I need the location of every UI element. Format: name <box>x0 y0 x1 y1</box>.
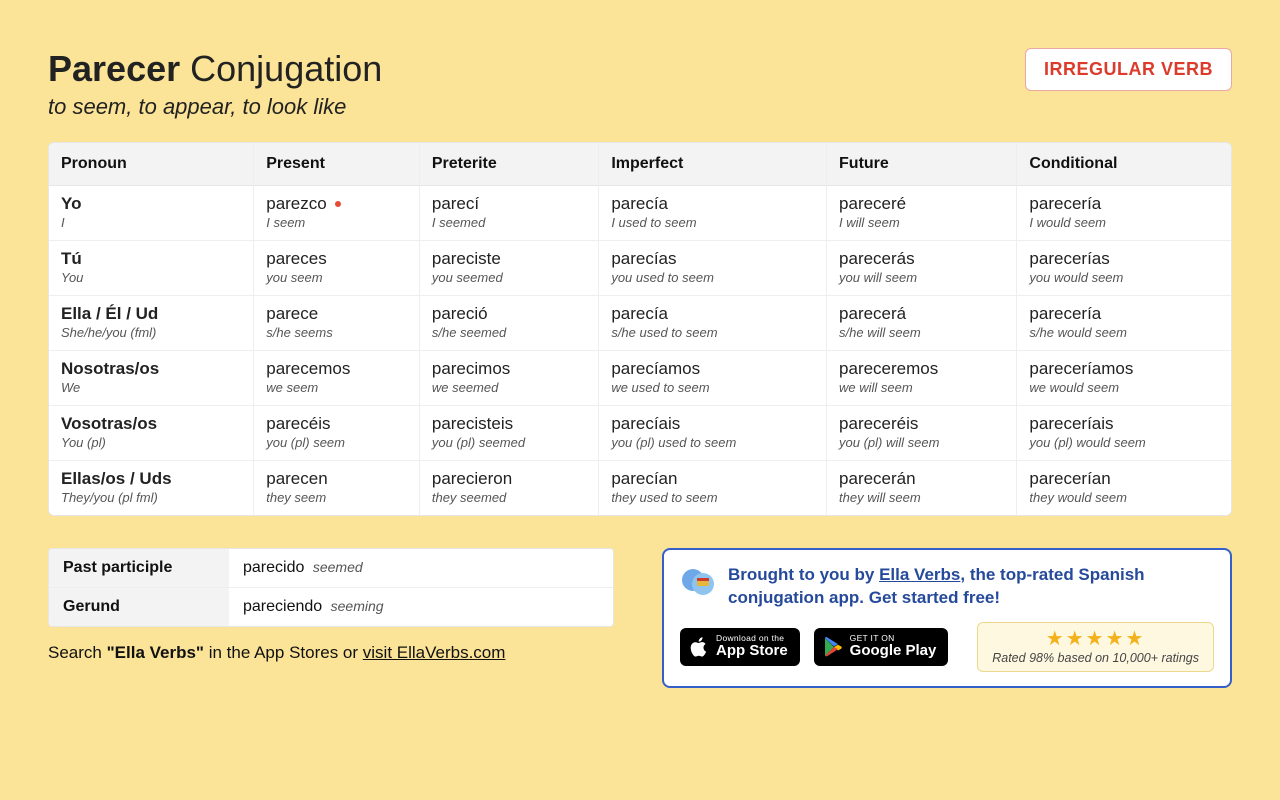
conjugation-cell: parecisteisyou (pl) seemed <box>419 405 598 460</box>
conjugation-cell: pareceréI will seem <box>826 186 1016 240</box>
page-title: Parecer Conjugation <box>48 48 382 90</box>
promo-box: Brought to you by Ella Verbs, the top-ra… <box>662 548 1232 688</box>
conjugation-cell: parecíamoswe used to seem <box>598 350 826 405</box>
table-row: Nosotras/osWeparecemoswe seemparecimoswe… <box>49 350 1231 405</box>
conjugation-cell: parecerías/he would seem <box>1016 295 1231 350</box>
search-instruction: Search "Ella Verbs" in the App Stores or… <box>48 643 614 663</box>
conjugation-cell: parecesyou seem <box>253 240 419 295</box>
verb-meaning: to seem, to appear, to look like <box>48 94 382 120</box>
conjugation-cell: parecíaI used to seem <box>598 186 826 240</box>
gerund-label: Gerund <box>49 587 229 626</box>
conjugation-cell: parecías/he used to seem <box>598 295 826 350</box>
conjugation-table: PronounPresentPreteriteImperfectFutureCo… <box>48 142 1232 516</box>
verb-name: Parecer <box>48 48 180 89</box>
pronoun-cell: TúYou <box>49 240 253 295</box>
conjugation-cell: parecieronthey seemed <box>419 460 598 515</box>
conjugation-cell: parecenthey seem <box>253 460 419 515</box>
gerund-value: pareciendo seeming <box>229 587 613 626</box>
column-header: Future <box>826 143 1016 186</box>
conjugation-cell: parecíasyou used to seem <box>598 240 826 295</box>
pronoun-cell: Ellas/os / UdsThey/you (pl fml) <box>49 460 253 515</box>
visit-ellaverbs-link[interactable]: visit EllaVerbs.com <box>363 643 506 662</box>
table-row: TúYouparecesyou seemparecisteyou seemedp… <box>49 240 1231 295</box>
conjugation-cell: pareceréisyou (pl) will seem <box>826 405 1016 460</box>
past-participle-label: Past participle <box>49 549 229 587</box>
conjugation-cell: pareciós/he seemed <box>419 295 598 350</box>
conjugation-cell: parezco I seem <box>253 186 419 240</box>
conjugation-cell: pareceríaisyou (pl) would seem <box>1016 405 1231 460</box>
conjugation-cell: parecisteyou seemed <box>419 240 598 295</box>
conjugation-cell: pareceríamoswe would seem <box>1016 350 1231 405</box>
past-participle-value: parecido seemed <box>229 549 613 587</box>
column-header: Present <box>253 143 419 186</box>
conjugation-cell: pareceríaI would seem <box>1016 186 1231 240</box>
ellaverbs-logo-icon <box>680 564 716 600</box>
conjugation-cell: parecerás/he will seem <box>826 295 1016 350</box>
participle-table: Past participle parecido seemed Gerund p… <box>48 548 614 627</box>
irregular-badge: IRREGULAR VERB <box>1025 48 1232 91</box>
pronoun-cell: Vosotras/osYou (pl) <box>49 405 253 460</box>
title-suffix: Conjugation <box>190 48 382 89</box>
conjugation-cell: pareceríasyou would seem <box>1016 240 1231 295</box>
star-icons: ★★★★★ <box>992 629 1199 649</box>
column-header: Pronoun <box>49 143 253 186</box>
conjugation-cell: pareceremoswe will seem <box>826 350 1016 405</box>
rating-text: Rated 98% based on 10,000+ ratings <box>992 651 1199 665</box>
conjugation-cell: parecemoswe seem <box>253 350 419 405</box>
table-row: Vosotras/osYou (pl)parecéisyou (pl) seem… <box>49 405 1231 460</box>
conjugation-cell: parecimoswe seemed <box>419 350 598 405</box>
conjugation-cell: parecíaisyou (pl) used to seem <box>598 405 826 460</box>
table-row: YoIparezco I seemparecíI seemedparecíaI … <box>49 186 1231 240</box>
table-row: Ellas/os / UdsThey/you (pl fml)parecenth… <box>49 460 1231 515</box>
pronoun-cell: Ella / Él / UdShe/he/you (fml) <box>49 295 253 350</box>
pronoun-cell: Nosotras/osWe <box>49 350 253 405</box>
conjugation-cell: parecíanthey used to seem <box>598 460 826 515</box>
ellaverbs-link[interactable]: Ella Verbs <box>879 565 960 584</box>
pronoun-cell: YoI <box>49 186 253 240</box>
irregular-dot-icon <box>335 201 341 207</box>
conjugation-cell: parecéisyou (pl) seem <box>253 405 419 460</box>
conjugation-cell: parecíI seemed <box>419 186 598 240</box>
column-header: Conditional <box>1016 143 1231 186</box>
google-play-button[interactable]: GET IT ON Google Play <box>814 628 949 666</box>
column-header: Preterite <box>419 143 598 186</box>
conjugation-cell: pareceránthey will seem <box>826 460 1016 515</box>
promo-text: Brought to you by Ella Verbs, the top-ra… <box>728 564 1214 610</box>
app-store-button[interactable]: Download on the App Store <box>680 628 800 666</box>
column-header: Imperfect <box>598 143 826 186</box>
apple-icon <box>690 636 708 658</box>
google-play-icon <box>824 637 842 657</box>
table-row: Ella / Él / UdShe/he/you (fml)pareces/he… <box>49 295 1231 350</box>
conjugation-cell: pareceríanthey would seem <box>1016 460 1231 515</box>
rating-box: ★★★★★ Rated 98% based on 10,000+ ratings <box>977 622 1214 672</box>
conjugation-cell: parecerásyou will seem <box>826 240 1016 295</box>
conjugation-cell: pareces/he seems <box>253 295 419 350</box>
